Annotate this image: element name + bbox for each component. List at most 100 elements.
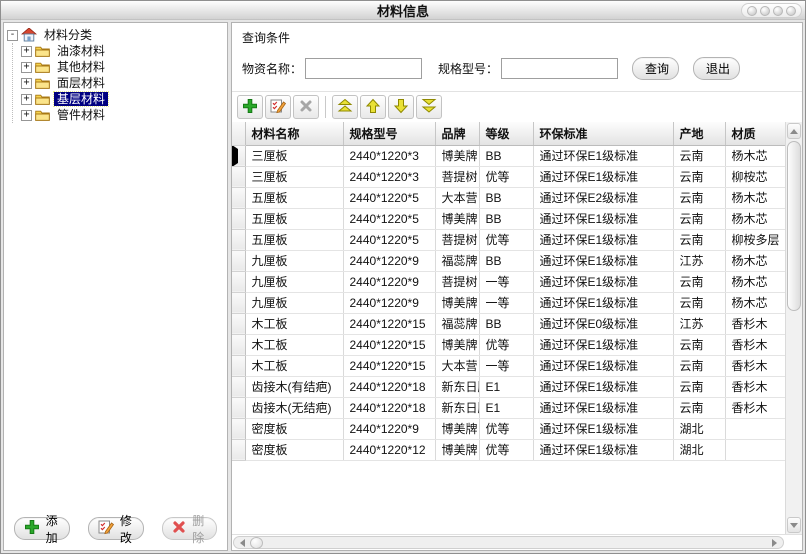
folder-icon xyxy=(35,109,50,121)
table-row[interactable]: 齿接木(有结疤)2440*1220*18新东日牌E1通过环保E1级标准云南香杉木 xyxy=(232,376,785,397)
scroll-left-button[interactable] xyxy=(235,537,250,548)
material-name-input[interactable] xyxy=(305,58,422,79)
table-row[interactable]: 三厘板2440*1220*3菩提树优等通过环保E1级标准云南柳桉芯 xyxy=(232,166,785,187)
modify-button[interactable]: 修改 xyxy=(88,517,144,540)
window-title: 材料信息 xyxy=(377,1,429,20)
red-x-icon xyxy=(172,520,186,537)
row-selector-cell[interactable] xyxy=(232,334,245,355)
cell: 2440*1220*9 xyxy=(343,292,435,313)
tree-item-3[interactable]: + 基层材料 xyxy=(21,91,225,107)
row-selector-cell[interactable] xyxy=(232,271,245,292)
table-row[interactable]: 木工板2440*1220*15大本营一等通过环保E1级标准云南香杉木 xyxy=(232,355,785,376)
table-row[interactable]: 五厘板2440*1220*5菩提树优等通过环保E1级标准云南柳桉多层 xyxy=(232,229,785,250)
folder-icon xyxy=(35,93,50,105)
table-row[interactable]: 木工板2440*1220*15福蕊牌BB通过环保E0级标准江苏香杉木 xyxy=(232,313,785,334)
cell: 杨木芯 xyxy=(725,187,785,208)
column-header-6[interactable]: 材质 xyxy=(725,122,785,145)
cell: 通过环保E1级标准 xyxy=(533,145,673,166)
scroll-down-button[interactable] xyxy=(787,517,801,533)
table-row[interactable]: 九厘板2440*1220*9菩提树一等通过环保E1级标准云南杨木芯 xyxy=(232,271,785,292)
tree-item-0[interactable]: + 油漆材料 xyxy=(21,43,225,59)
tree-item-2[interactable]: + 面层材料 xyxy=(21,75,225,91)
cell: 云南 xyxy=(673,229,725,250)
row-selector-cell[interactable] xyxy=(232,229,245,250)
scroll-up-button[interactable] xyxy=(787,123,801,139)
row-selector-cell[interactable] xyxy=(232,439,245,460)
window-button-icon[interactable] xyxy=(760,6,770,16)
move-up-button[interactable] xyxy=(360,95,386,119)
cell: 云南 xyxy=(673,355,725,376)
table-row[interactable]: 九厘板2440*1220*9博美牌一等通过环保E1级标准云南杨木芯 xyxy=(232,292,785,313)
plus-box-icon[interactable]: + xyxy=(21,46,32,57)
cell: 香杉木 xyxy=(725,334,785,355)
table-row[interactable]: 木工板2440*1220*15博美牌优等通过环保E1级标准云南香杉木 xyxy=(232,334,785,355)
column-header-3[interactable]: 等级 xyxy=(479,122,533,145)
table-row[interactable]: 五厘板2440*1220*5博美牌BB通过环保E1级标准云南杨木芯 xyxy=(232,208,785,229)
tree-item-4[interactable]: + 管件材料 xyxy=(21,107,225,123)
table-row[interactable]: 密度板2440*1220*9博美牌优等通过环保E1级标准湖北 xyxy=(232,418,785,439)
search-button[interactable]: 查询 xyxy=(632,57,679,80)
column-header-4[interactable]: 环保标准 xyxy=(533,122,673,145)
add-button[interactable]: 添加 xyxy=(14,517,70,540)
tree-item-label[interactable]: 其他材料 xyxy=(54,60,108,74)
scroll-right-button[interactable] xyxy=(767,537,782,548)
horizontal-scrollbar[interactable] xyxy=(233,536,784,549)
add-button[interactable] xyxy=(237,95,263,119)
row-selector-cell[interactable] xyxy=(232,166,245,187)
plus-box-icon[interactable]: + xyxy=(21,62,32,73)
tree-item-label[interactable]: 油漆材料 xyxy=(54,44,108,58)
row-selector-cell[interactable] xyxy=(232,418,245,439)
tree-item-label[interactable]: 面层材料 xyxy=(54,76,108,90)
table-row[interactable]: 五厘板2440*1220*5大本营BB通过环保E2级标准云南杨木芯 xyxy=(232,187,785,208)
cell: 2440*1220*18 xyxy=(343,397,435,418)
column-header-0[interactable]: 材料名称 xyxy=(245,122,343,145)
move-top-button[interactable] xyxy=(332,95,358,119)
row-selector-cell[interactable] xyxy=(232,208,245,229)
spec-model-input[interactable] xyxy=(501,58,618,79)
table-row[interactable]: 九厘板2440*1220*9福蕊牌BB通过环保E1级标准江苏杨木芯 xyxy=(232,250,785,271)
row-selector-cell[interactable] xyxy=(232,187,245,208)
exit-button[interactable]: 退出 xyxy=(693,57,740,80)
edit-button[interactable] xyxy=(265,95,291,119)
column-header-2[interactable]: 品牌 xyxy=(435,122,479,145)
row-selector-cell[interactable] xyxy=(232,292,245,313)
column-header-1[interactable]: 规格型号 xyxy=(343,122,435,145)
row-selector-cell[interactable] xyxy=(232,355,245,376)
column-header-5[interactable]: 产地 xyxy=(673,122,725,145)
cell: 三厘板 xyxy=(245,145,343,166)
row-selector-cell[interactable] xyxy=(232,145,245,166)
move-bottom-button[interactable] xyxy=(416,95,442,119)
cell: 齿接木(无结疤) xyxy=(245,397,343,418)
table-row[interactable]: 密度板2440*1220*12博美牌优等通过环保E1级标准湖北 xyxy=(232,439,785,460)
double-down-arrow-icon xyxy=(421,98,437,117)
move-down-button[interactable] xyxy=(388,95,414,119)
plus-box-icon[interactable]: + xyxy=(21,110,32,121)
window-button-icon[interactable] xyxy=(747,6,757,16)
vertical-scrollbar-thumb[interactable] xyxy=(787,141,801,311)
delete-button[interactable]: 删除 xyxy=(162,517,217,540)
tree-root[interactable]: - 材料分类 xyxy=(7,27,225,43)
vertical-scrollbar[interactable] xyxy=(785,122,802,534)
row-selector-cell[interactable] xyxy=(232,376,245,397)
window-button-icon[interactable] xyxy=(786,6,796,16)
cell: 密度板 xyxy=(245,439,343,460)
row-selector-cell[interactable] xyxy=(232,250,245,271)
table-row[interactable]: 齿接木(无结疤)2440*1220*18新东日牌E1通过环保E1级标准云南香杉木 xyxy=(232,397,785,418)
tree-item-label[interactable]: 管件材料 xyxy=(54,108,108,122)
plus-box-icon[interactable]: + xyxy=(21,78,32,89)
cell: 通过环保E1级标准 xyxy=(533,397,673,418)
tree-item-1[interactable]: + 其他材料 xyxy=(21,59,225,75)
window-button-icon[interactable] xyxy=(773,6,783,16)
row-selector-cell[interactable] xyxy=(232,397,245,418)
tree-root-label[interactable]: 材料分类 xyxy=(41,28,95,42)
delete-button[interactable] xyxy=(293,95,319,119)
horizontal-scrollbar-thumb[interactable] xyxy=(250,537,263,549)
tree-item-label[interactable]: 基层材料 xyxy=(54,92,108,106)
minus-box-icon[interactable]: - xyxy=(7,30,18,41)
row-selector-cell[interactable] xyxy=(232,313,245,334)
folder-icon xyxy=(35,45,50,57)
cell: 博美牌 xyxy=(435,418,479,439)
table-row[interactable]: 三厘板2440*1220*3博美牌BB通过环保E1级标准云南杨木芯 xyxy=(232,145,785,166)
cell: 云南 xyxy=(673,397,725,418)
plus-box-icon[interactable]: + xyxy=(21,94,32,105)
